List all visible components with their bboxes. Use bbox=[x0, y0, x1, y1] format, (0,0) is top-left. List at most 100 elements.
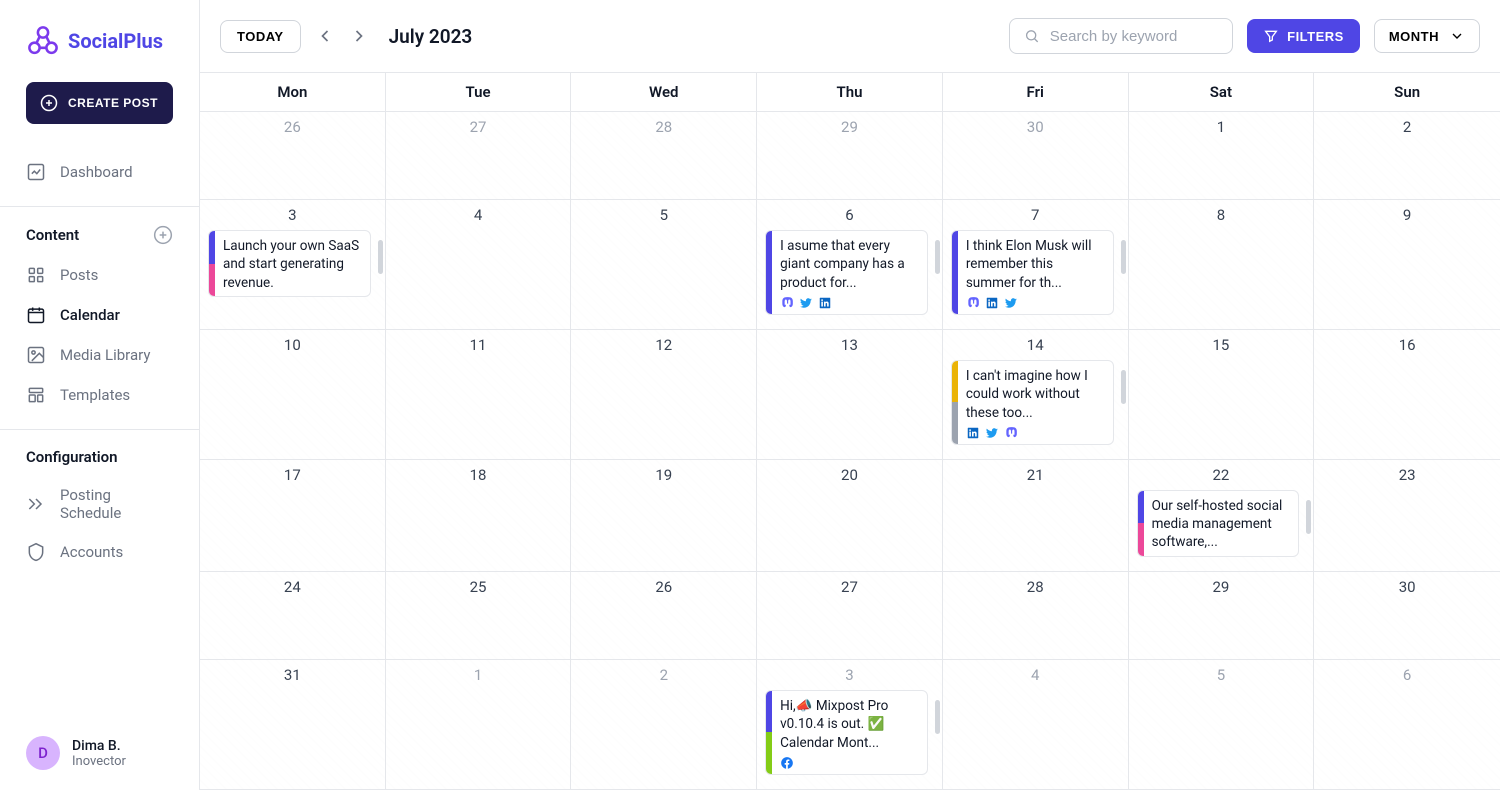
filters-button[interactable]: FILTERS bbox=[1247, 19, 1360, 53]
calendar-post[interactable]: Launch your own SaaS and start generatin… bbox=[208, 230, 371, 297]
calendar-cell[interactable]: 14I can't imagine how I could work witho… bbox=[943, 330, 1129, 460]
media-icon bbox=[26, 345, 46, 365]
prev-month-button[interactable] bbox=[315, 26, 335, 46]
post-social-icons bbox=[966, 296, 1105, 310]
cell-scrollbar[interactable] bbox=[935, 240, 940, 274]
calendar-post[interactable]: I think Elon Musk will remember this sum… bbox=[951, 230, 1114, 315]
nav-calendar[interactable]: Calendar bbox=[26, 295, 173, 335]
calendar-cell[interactable]: 28 bbox=[571, 112, 757, 200]
post-text: Launch your own SaaS and start generatin… bbox=[215, 231, 370, 296]
cell-scrollbar[interactable] bbox=[935, 700, 940, 734]
calendar-cell[interactable]: 16 bbox=[1314, 330, 1500, 460]
dow-label: Thu bbox=[757, 73, 943, 112]
cell-scrollbar[interactable] bbox=[1121, 240, 1126, 274]
calendar-cell[interactable]: 1 bbox=[1129, 112, 1315, 200]
day-number: 7 bbox=[951, 206, 1120, 228]
dow-label: Fri bbox=[943, 73, 1129, 112]
next-month-button[interactable] bbox=[349, 26, 369, 46]
day-number: 29 bbox=[1137, 578, 1306, 600]
posts-icon bbox=[26, 265, 46, 285]
dashboard-icon bbox=[26, 162, 46, 182]
calendar-cell[interactable]: 4 bbox=[943, 660, 1129, 790]
calendar-cell[interactable]: 13 bbox=[757, 330, 943, 460]
day-number: 16 bbox=[1322, 336, 1492, 358]
calendar-post[interactable]: Hi,📣 Mixpost Pro v0.10.4 is out. ✅ Calen… bbox=[765, 690, 928, 775]
calendar-cell[interactable]: 12 bbox=[571, 330, 757, 460]
search-field[interactable] bbox=[1009, 18, 1233, 54]
calendar-cell[interactable]: 5 bbox=[571, 200, 757, 330]
calendar-cell[interactable]: 7I think Elon Musk will remember this su… bbox=[943, 200, 1129, 330]
calendar-cell[interactable]: 27 bbox=[757, 572, 943, 660]
user-org: Inovector bbox=[72, 754, 126, 769]
cell-scrollbar[interactable] bbox=[1121, 370, 1126, 404]
calendar-cell[interactable]: 10 bbox=[200, 330, 386, 460]
cell-scrollbar[interactable] bbox=[1306, 500, 1311, 534]
calendar-cell[interactable]: 18 bbox=[386, 460, 572, 572]
calendar-cell[interactable]: 1 bbox=[386, 660, 572, 790]
calendar-cell[interactable]: 15 bbox=[1129, 330, 1315, 460]
calendar-post[interactable]: I asume that every giant company has a p… bbox=[765, 230, 928, 315]
calendar-cell[interactable]: 20 bbox=[757, 460, 943, 572]
calendar-cell[interactable]: 30 bbox=[943, 112, 1129, 200]
calendar-cell[interactable]: 31 bbox=[200, 660, 386, 790]
add-content-icon[interactable] bbox=[153, 225, 173, 245]
day-number: 13 bbox=[765, 336, 934, 358]
facebook-icon bbox=[780, 756, 794, 770]
user-menu[interactable]: D Dima B. Inovector bbox=[0, 716, 199, 790]
nav-templates[interactable]: Templates bbox=[26, 375, 173, 415]
calendar-cell[interactable]: 30 bbox=[1314, 572, 1500, 660]
calendar-post[interactable]: Our self-hosted social media management … bbox=[1137, 490, 1300, 557]
day-number: 6 bbox=[1322, 666, 1492, 688]
calendar-cell[interactable]: 28 bbox=[943, 572, 1129, 660]
calendar-cell[interactable]: 24 bbox=[200, 572, 386, 660]
view-selector[interactable]: MONTH bbox=[1374, 19, 1480, 53]
calendar-cell[interactable]: 21 bbox=[943, 460, 1129, 572]
user-name: Dima B. bbox=[72, 738, 126, 754]
calendar-cell[interactable]: 4 bbox=[386, 200, 572, 330]
post-social-icons bbox=[780, 756, 919, 770]
calendar-cell[interactable]: 2 bbox=[571, 660, 757, 790]
calendar-cell[interactable]: 26 bbox=[571, 572, 757, 660]
post-social-icons bbox=[780, 296, 919, 310]
content-section-header: Content bbox=[0, 206, 199, 255]
calendar-cell[interactable]: 8 bbox=[1129, 200, 1315, 330]
calendar-post[interactable]: I can't imagine how I could work without… bbox=[951, 360, 1114, 445]
nav-posts[interactable]: Posts bbox=[26, 255, 173, 295]
twitter-icon bbox=[1004, 296, 1018, 310]
calendar-cell[interactable]: 3Launch your own SaaS and start generati… bbox=[200, 200, 386, 330]
day-number: 12 bbox=[579, 336, 748, 358]
today-button[interactable]: TODAY bbox=[220, 20, 301, 53]
calendar-cell[interactable]: 5 bbox=[1129, 660, 1315, 790]
nav-posting-schedule[interactable]: Posting Schedule bbox=[26, 476, 173, 532]
calendar-cell[interactable]: 29 bbox=[1129, 572, 1315, 660]
calendar-cell[interactable]: 27 bbox=[386, 112, 572, 200]
cell-scrollbar[interactable] bbox=[378, 240, 383, 274]
plus-circle-icon bbox=[40, 94, 58, 112]
calendar-cell[interactable]: 9 bbox=[1314, 200, 1500, 330]
day-number: 3 bbox=[765, 666, 934, 688]
create-post-button[interactable]: CREATE POST bbox=[26, 82, 173, 124]
calendar-cell[interactable]: 22Our self-hosted social media managemen… bbox=[1129, 460, 1315, 572]
calendar-cell[interactable]: 11 bbox=[386, 330, 572, 460]
calendar-cell[interactable]: 25 bbox=[386, 572, 572, 660]
post-social-icons bbox=[966, 426, 1105, 440]
day-number: 26 bbox=[208, 118, 377, 140]
nav-dashboard[interactable]: Dashboard bbox=[26, 152, 173, 192]
calendar-cell[interactable]: 29 bbox=[757, 112, 943, 200]
calendar-cell[interactable]: 6I asume that every giant company has a … bbox=[757, 200, 943, 330]
nav-accounts[interactable]: Accounts bbox=[26, 532, 173, 572]
templates-icon bbox=[26, 385, 46, 405]
calendar-cell[interactable]: 6 bbox=[1314, 660, 1500, 790]
calendar-cell[interactable]: 3Hi,📣 Mixpost Pro v0.10.4 is out. ✅ Cale… bbox=[757, 660, 943, 790]
calendar-cell[interactable]: 2 bbox=[1314, 112, 1500, 200]
calendar-cell[interactable]: 19 bbox=[571, 460, 757, 572]
calendar-cell[interactable]: 23 bbox=[1314, 460, 1500, 572]
linkedin-icon bbox=[985, 296, 999, 310]
search-icon bbox=[1024, 27, 1040, 45]
nav-media[interactable]: Media Library bbox=[26, 335, 173, 375]
calendar-cell[interactable]: 17 bbox=[200, 460, 386, 572]
twitter-icon bbox=[799, 296, 813, 310]
calendar-cell[interactable]: 26 bbox=[200, 112, 386, 200]
search-input[interactable] bbox=[1050, 28, 1218, 45]
day-number: 1 bbox=[394, 666, 563, 688]
